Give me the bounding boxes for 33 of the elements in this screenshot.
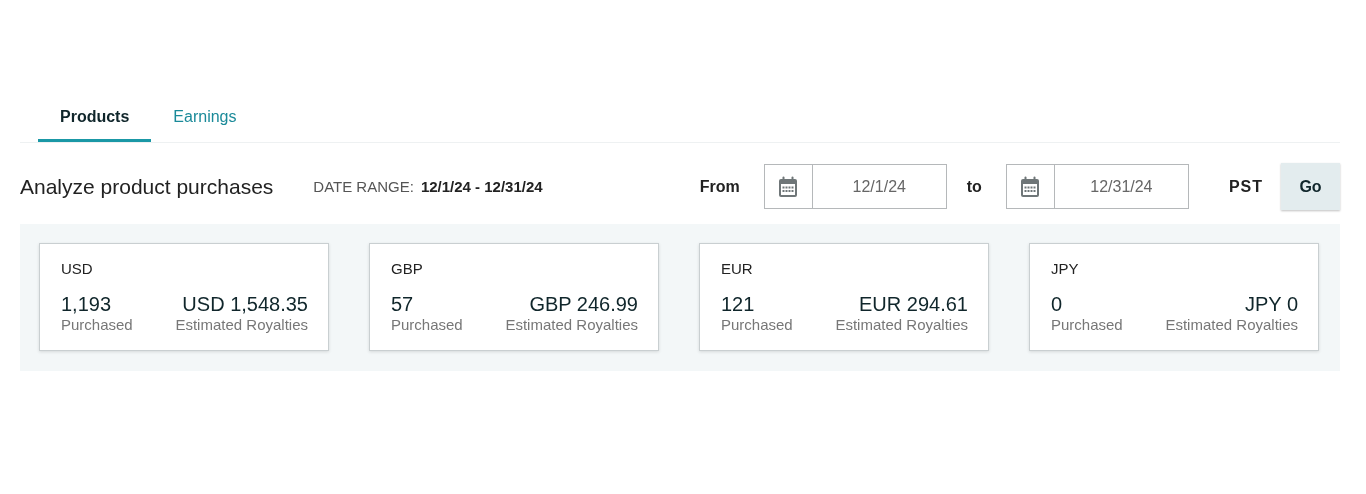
purchased-label: Purchased [61, 315, 133, 335]
currency-code: EUR [721, 260, 754, 277]
page-heading: Analyze product purchases [20, 174, 274, 199]
from-date-field[interactable]: 12/1/24 [763, 164, 947, 209]
royalties-label: Estimated Royalties [1165, 315, 1298, 335]
currency-code: GBP [391, 260, 424, 277]
royalties-label: Estimated Royalties [505, 315, 638, 335]
go-button[interactable]: Go [1281, 163, 1340, 210]
to-label: to [966, 177, 982, 196]
purchased-count: 0 [1051, 293, 1064, 315]
royalties-amount: JPY 0 [1244, 293, 1298, 315]
royalties-label: Estimated Royalties [175, 315, 308, 335]
purchased-count: 1,193 [61, 293, 113, 315]
royalties-amount: EUR 294.61 [858, 293, 968, 315]
purchased-count: 121 [721, 293, 756, 315]
purchased-label: Purchased [1051, 315, 1123, 335]
tab[interactable]: Earnings [151, 88, 259, 142]
royalties-amount: GBP 246.99 [528, 293, 638, 315]
date-range-label: DATE RANGE: [313, 178, 414, 195]
royalties-amount: USD 1,548.35 [181, 293, 308, 315]
purchased-label: Purchased [391, 315, 463, 335]
from-label: From [699, 177, 740, 196]
date-range-value: 12/1/24 - 12/31/24 [420, 178, 543, 195]
calendar-icon [1020, 175, 1041, 198]
purchased-label: Purchased [721, 315, 793, 335]
to-date-field[interactable]: 12/31/24 [1005, 164, 1189, 209]
calendar-icon [778, 175, 799, 198]
currency-code: JPY [1051, 260, 1080, 277]
purchased-count: 57 [391, 293, 415, 315]
timezone-label: PST [1228, 177, 1263, 196]
currency-code: USD [61, 260, 94, 277]
royalties-label: Estimated Royalties [835, 315, 968, 335]
tab[interactable]: Products [38, 88, 152, 142]
